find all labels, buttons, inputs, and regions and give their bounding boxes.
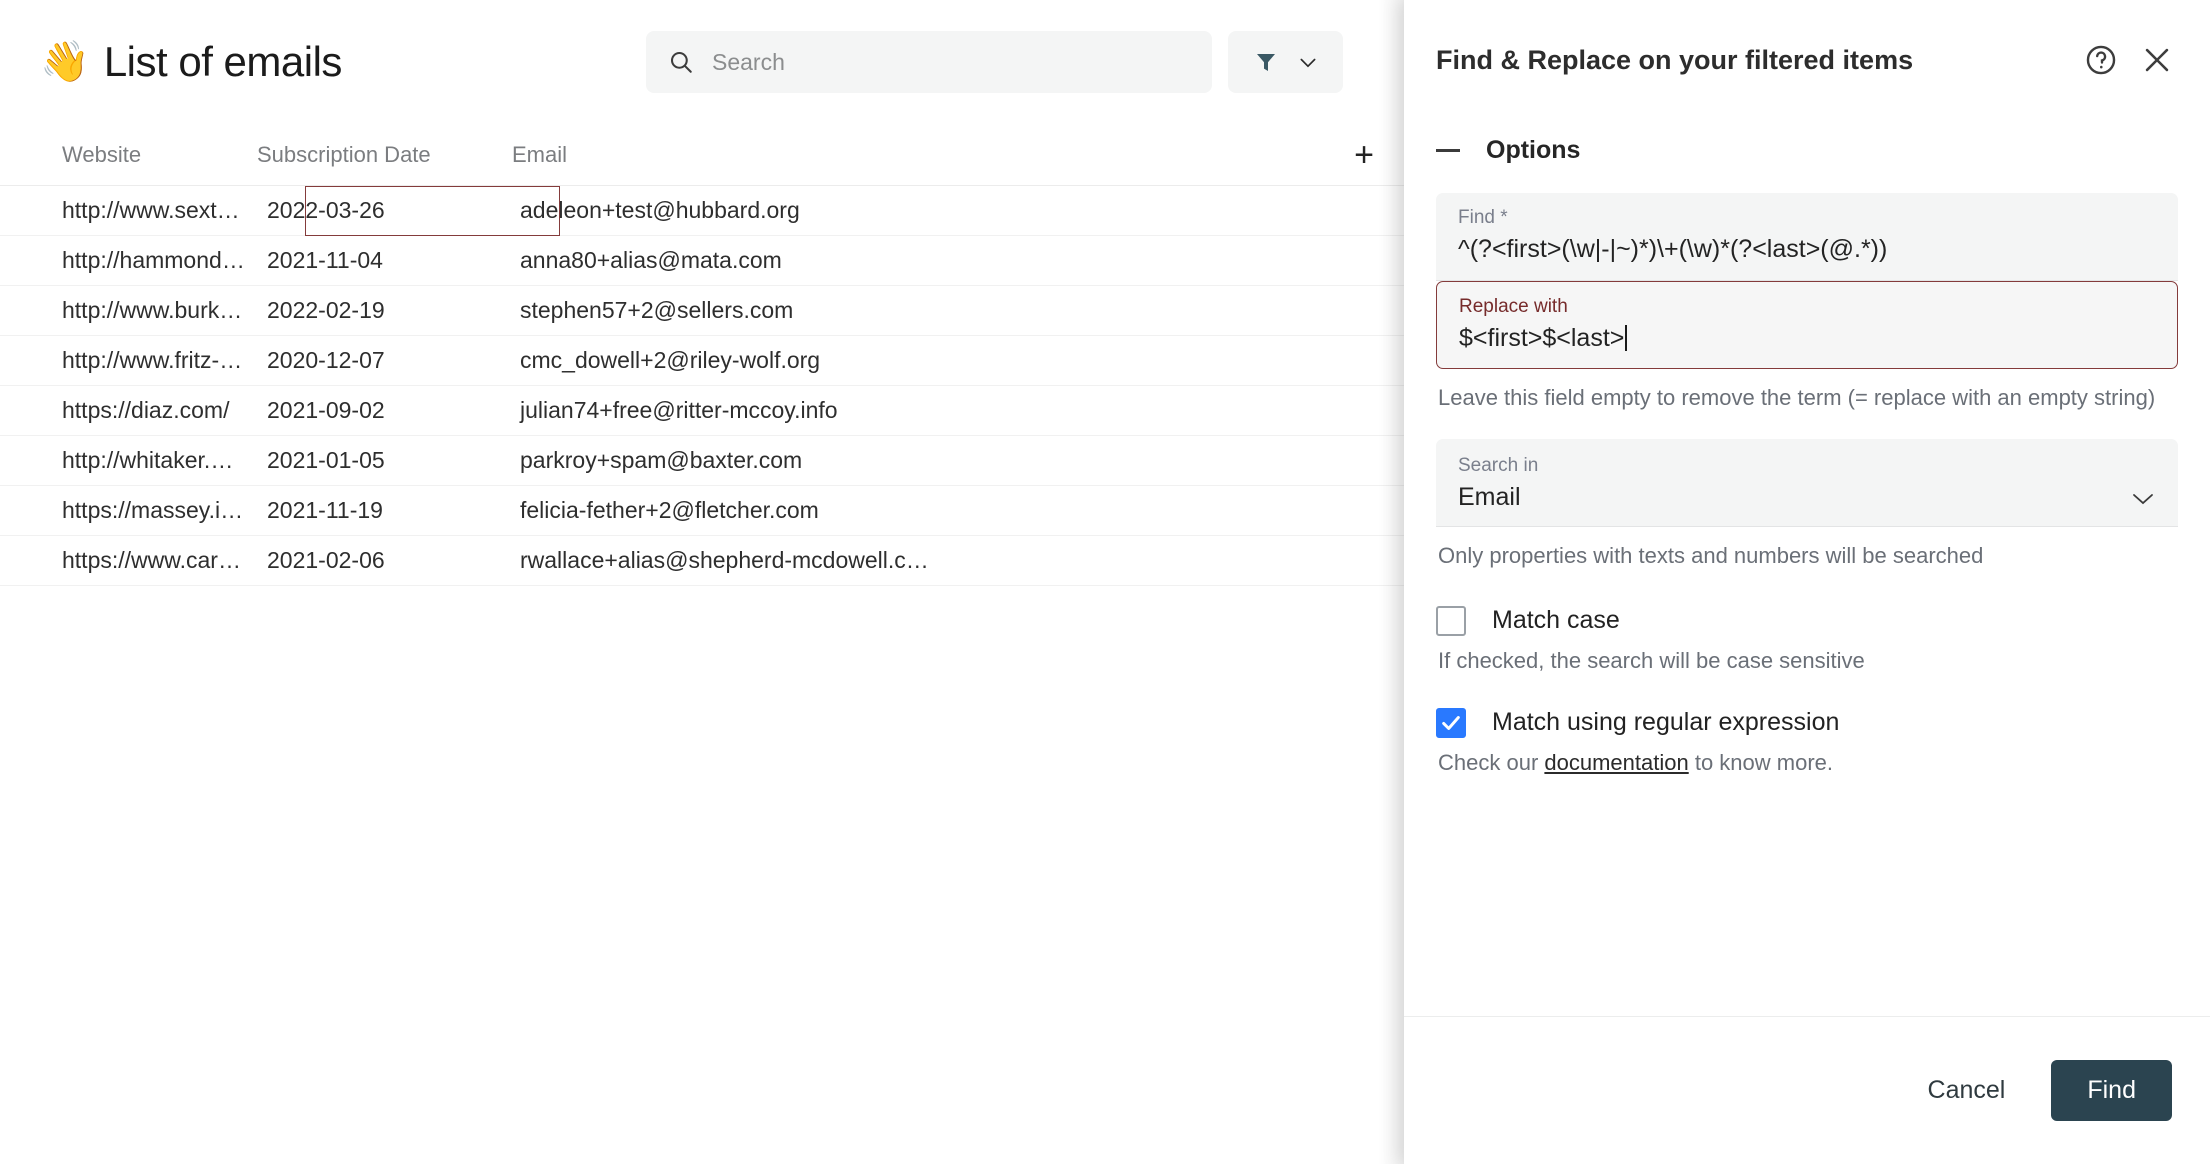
add-column-button[interactable]: + — [1324, 138, 1404, 172]
cell-email[interactable]: stephen57+2@sellers.com — [512, 297, 1324, 324]
cell-subscription-date[interactable]: 2021-09-02 — [257, 397, 512, 424]
minus-icon — [1436, 149, 1460, 152]
cell-email[interactable]: anna80+alias@mata.com — [512, 247, 1324, 274]
panel-title: Find & Replace on your filtered items — [1436, 44, 1914, 75]
table-row[interactable]: http://hammond.com/2021-11-04 anna80+alia… — [0, 236, 1404, 286]
cell-website[interactable]: https://diaz.com/ — [0, 397, 257, 424]
cell-subscription-date[interactable]: 2021-02-06 — [257, 547, 512, 574]
text-caret — [1625, 325, 1628, 351]
find-field-label: Find * — [1458, 207, 1508, 228]
search-input[interactable]: Search — [646, 31, 1212, 93]
search-in-select[interactable]: Search in Email — [1436, 439, 2178, 528]
helper-prefix: Check our — [1438, 749, 1545, 775]
match-case-checkbox[interactable] — [1436, 605, 1466, 636]
match-regex-helper: Check our documentation to know more. — [1438, 750, 2176, 776]
column-header-subscription-date[interactable]: Subscription Date — [257, 142, 512, 168]
match-case-helper: If checked, the search will be case sens… — [1438, 647, 1865, 673]
match-regex-row[interactable]: Match using regular expression — [1436, 707, 2178, 738]
cell-email[interactable]: julian74+free@ritter-mccoy.info — [512, 397, 1324, 424]
search-icon — [668, 49, 694, 75]
table-header-row: Website Subscription Date Email + — [0, 124, 1404, 186]
search-in-label: Search in — [1458, 455, 1539, 477]
cell-website[interactable]: http://hammond.com/ — [0, 247, 257, 274]
cell-subscription-date[interactable]: 2022-02-19 — [257, 297, 512, 324]
find-replace-panel: Find & Replace on your filtered items Op… — [1404, 0, 2210, 1164]
cell-subscription-date[interactable]: 2022-03-26 — [257, 197, 512, 224]
search-in-inner: Search in Email — [1458, 455, 2130, 512]
panel-header: Find & Replace on your filtered items — [1404, 0, 2210, 90]
cell-subscription-date[interactable]: 2020-12-07 — [257, 347, 512, 374]
cell-subscription-date[interactable]: 2021-01-05 — [257, 447, 512, 474]
search-placeholder: Search — [712, 48, 785, 75]
funnel-icon — [1254, 50, 1278, 74]
cell-website[interactable]: http://www.fritz-galloway.co… — [0, 347, 257, 374]
panel-body: Options Find * ^(?<first>(\w|-|~)*)\+(\w… — [1404, 90, 2210, 1016]
documentation-link[interactable]: documentation — [1544, 750, 1688, 775]
column-header-website[interactable]: Website — [0, 142, 257, 168]
main-content: 👋 List of emails Search Website Subscrip… — [0, 0, 1404, 1164]
close-icon[interactable] — [2140, 43, 2174, 77]
page-title-group: 👋 List of emails — [40, 38, 646, 86]
cell-website[interactable]: https://massey.info/ — [0, 497, 257, 524]
search-in-helper: Only properties with texts and numbers w… — [1438, 543, 1984, 569]
cell-email[interactable]: cmc_dowell+2@riley-wolf.org — [512, 347, 1324, 374]
match-case-row[interactable]: Match case — [1436, 605, 2178, 636]
match-case-label: Match case — [1492, 606, 1620, 635]
chevron-down-icon — [1298, 56, 1318, 68]
options-section-toggle[interactable]: Options — [1436, 136, 2178, 165]
cell-email[interactable]: parkroy+spam@baxter.com — [512, 447, 1324, 474]
table-row[interactable]: https://www.carlson.com/2021-02-06rwalla… — [0, 536, 1404, 586]
page-title: List of emails — [103, 38, 343, 85]
cancel-button[interactable]: Cancel — [1910, 1064, 2024, 1117]
panel-footer: Cancel Find — [1404, 1016, 2210, 1164]
find-field-value: ^(?<first>(\w|-|~)*)\+(\w)*(?<last>(@.*)… — [1458, 235, 1888, 263]
wave-emoji-icon: 👋 — [40, 40, 90, 84]
search-in-value: Email — [1458, 483, 1521, 512]
match-regex-checkbox[interactable] — [1436, 707, 1466, 738]
app-root: 👋 List of emails Search Website Subscrip… — [0, 0, 2210, 1164]
cell-website[interactable]: http://whitaker.biz/ — [0, 447, 257, 474]
cell-website[interactable]: http://www.sexton-chang.c… — [0, 197, 257, 224]
table-row[interactable]: https://massey.info/2021-11-19 felicia-fe… — [0, 486, 1404, 536]
table-row[interactable]: http://www.burke-glover.co…2022-02-19ste… — [0, 286, 1404, 336]
replace-field-helper: Leave this field empty to remove the ter… — [1438, 385, 2156, 410]
table-row[interactable]: http://whitaker.biz/2021-01-05 parkroy+sp… — [0, 436, 1404, 486]
cell-email[interactable]: adeleon+test@hubbard.org — [512, 197, 1324, 224]
cell-website[interactable]: http://www.burke-glover.co… — [0, 297, 257, 324]
column-header-email[interactable]: Email — [512, 142, 1324, 168]
replace-field-label: Replace with — [1459, 296, 1568, 317]
help-circle-icon[interactable] — [2084, 43, 2118, 77]
table-row[interactable]: http://www.fritz-galloway.co…2020-12-07c… — [0, 336, 1404, 386]
filter-button[interactable] — [1228, 31, 1343, 93]
match-regex-label: Match using regular expression — [1492, 708, 1840, 737]
cell-website[interactable]: https://www.carlson.com/ — [0, 547, 257, 574]
cell-email[interactable]: rwallace+alias@shepherd-mcdowell.c… — [512, 547, 1324, 574]
toolbar: 👋 List of emails Search — [0, 0, 1404, 124]
table-body: http://www.sexton-chang.c…2022-03-26adel… — [0, 186, 1404, 586]
options-label: Options — [1486, 136, 1581, 164]
cell-email[interactable]: felicia-fether+2@fletcher.com — [512, 497, 1324, 524]
replace-field-value: $<first>$<last> — [1459, 324, 2155, 353]
cell-subscription-date[interactable]: 2021-11-04 — [257, 247, 512, 274]
table-row[interactable]: http://www.sexton-chang.c…2022-03-26adel… — [0, 186, 1404, 236]
emails-table: Website Subscription Date Email + http:/… — [0, 124, 1404, 586]
table-row[interactable]: https://diaz.com/2021-09-02 julian74+free… — [0, 386, 1404, 436]
chevron-down-icon[interactable] — [2130, 491, 2156, 506]
helper-suffix: to know more. — [1688, 749, 1833, 775]
find-button[interactable]: Find — [2051, 1060, 2172, 1121]
cell-subscription-date[interactable]: 2021-11-19 — [257, 497, 512, 524]
replace-field[interactable]: Replace with $<first>$<last> — [1436, 281, 2178, 369]
find-field[interactable]: Find * ^(?<first>(\w|-|~)*)\+(\w)*(?<las… — [1436, 193, 2178, 281]
